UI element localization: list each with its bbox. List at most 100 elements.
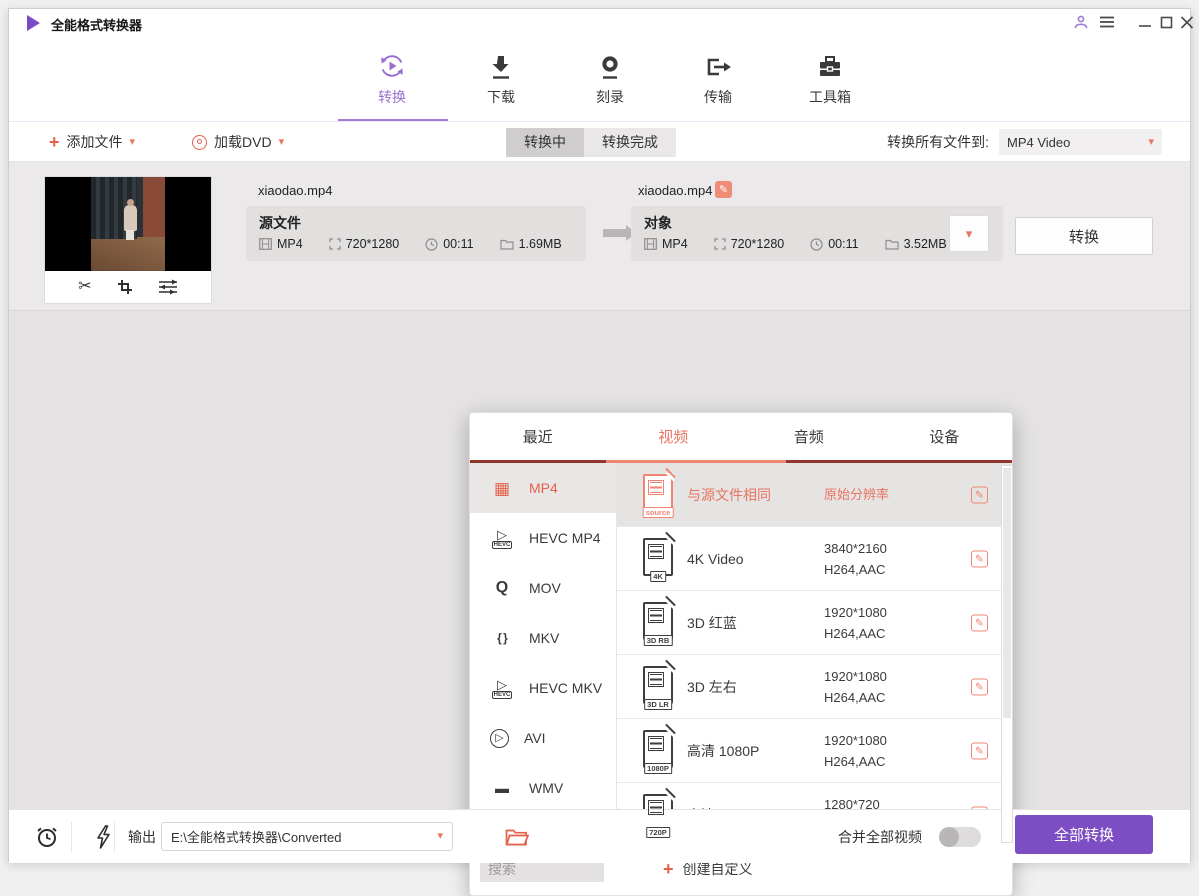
output-format-select[interactable]: MP4 Video ▾ [999, 129, 1162, 155]
format-item[interactable]: MP4 [470, 463, 616, 513]
toolbar: + 添加文件 ▾ 加载DVD ▾ 转换中 转换完成 转换所有文件到: MP4 V… [9, 122, 1190, 162]
preset-list: source 与源文件相同 原始分辨率 ✎ 4K [617, 463, 1012, 845]
tab-recent[interactable]: 最近 [470, 413, 606, 460]
queue-tabs: 转换中 转换完成 [506, 128, 676, 157]
tab-burn[interactable]: 刻录 [568, 47, 652, 107]
preset-title: 3D 红蓝 [687, 591, 737, 654]
preset-item[interactable]: 4K 4K Video 3840*2160 H264,AAC ✎ [617, 527, 1012, 591]
format-item[interactable]: MKV [470, 613, 616, 663]
add-files-button[interactable]: + 添加文件 ▾ [49, 122, 135, 162]
preset-item[interactable]: 3D LR 3D 左右 1920*1080 H264,AAC ✎ [617, 655, 1012, 719]
edit-preset-icon[interactable]: ✎ [971, 678, 988, 695]
tab-transfer[interactable]: 传输 [676, 47, 760, 107]
file-list-area: ✂ xiaodao.mp4 源文件 MP4 7 [9, 162, 1190, 809]
caret-down-icon: ▾ [1148, 137, 1154, 148]
app-title: 全能格式转换器 [51, 15, 142, 34]
file-row: ✂ xiaodao.mp4 源文件 MP4 7 [9, 162, 1190, 311]
video-file-icon: source [643, 474, 673, 512]
video-file-icon: 3D RB [643, 602, 673, 640]
maximize-icon[interactable] [1158, 13, 1176, 31]
preset-resolution: 1920*1080 [824, 730, 887, 751]
edit-preset-icon[interactable]: ✎ [971, 614, 988, 631]
format-label: AVI [524, 730, 546, 746]
convert-icon [350, 47, 434, 81]
output-path-select[interactable]: E:\全能格式转换器\Converted ▾ [161, 822, 453, 851]
tab-toolbox[interactable]: 工具箱 [788, 47, 872, 107]
preset-badge: 3D RB [644, 635, 673, 646]
tab-audio[interactable]: 音频 [741, 413, 877, 460]
target-format-dropdown-button[interactable]: ▾ [949, 215, 989, 252]
target-resolution: 720*1280 [714, 237, 785, 251]
format-icon [490, 580, 514, 596]
caret-down-icon: ▾ [279, 137, 285, 148]
convert-all-button[interactable]: 全部转换 [1015, 815, 1153, 854]
preset-item[interactable]: 1080P 高清 1080P 1920*1080 H264,AAC ✎ [617, 719, 1012, 783]
load-dvd-label: 加载DVD [214, 132, 272, 152]
source-duration: 00:11 [425, 237, 473, 251]
format-icon [490, 678, 514, 699]
preset-item[interactable]: 3D RB 3D 红蓝 1920*1080 H264,AAC ✎ [617, 591, 1012, 655]
convert-button[interactable]: 转换 [1015, 217, 1153, 255]
edit-preset-icon[interactable]: ✎ [971, 486, 988, 503]
open-folder-icon[interactable] [505, 827, 529, 846]
preset-scrollbar[interactable] [1001, 465, 1013, 843]
load-dvd-button[interactable]: 加载DVD ▾ [192, 122, 284, 162]
effects-icon[interactable] [158, 279, 178, 295]
preset-scrollbar-thumb[interactable] [1003, 468, 1011, 718]
preset-codec: H264,AAC [824, 687, 887, 708]
trim-icon[interactable]: ✂ [78, 279, 91, 295]
tab-converted[interactable]: 转换完成 [584, 128, 676, 157]
preset-resolution: 1920*1080 [824, 602, 887, 623]
preset-badge: 3D LR [644, 699, 672, 710]
plus-icon: + [49, 133, 60, 151]
source-info-box: 源文件 MP4 720*1280 00:11 [246, 206, 586, 261]
merge-videos-toggle[interactable] [939, 827, 981, 847]
format-item[interactable]: AVI [470, 713, 616, 763]
arrow-right-icon [603, 229, 627, 237]
crop-icon[interactable] [118, 280, 132, 294]
source-info-title: 源文件 [259, 213, 301, 233]
source-resolution: 720*1280 [329, 237, 400, 251]
target-info-box: 对象 MP4 720*1280 00:11 [631, 206, 1003, 261]
format-label: MP4 [529, 480, 558, 496]
target-file-name: xiaodao.mp4 [638, 183, 712, 198]
preset-resolution: 3840*2160 [824, 538, 887, 559]
minimize-icon[interactable] [1136, 13, 1154, 31]
preset-resolution: 1920*1080 [824, 666, 887, 687]
tab-converting[interactable]: 转换中 [506, 128, 584, 157]
format-item[interactable]: HEVC MKV [470, 663, 616, 713]
format-item[interactable]: MOV [470, 563, 616, 613]
video-file-icon: 3D LR [643, 666, 673, 704]
tab-download[interactable]: 下载 [459, 47, 543, 107]
dvd-icon [192, 135, 207, 150]
format-icon [490, 528, 514, 549]
close-icon[interactable] [1178, 13, 1196, 31]
preset-specs: 原始分辨率 [824, 463, 889, 526]
source-format: MP4 [259, 237, 303, 251]
tab-device[interactable]: 设备 [877, 413, 1013, 460]
merge-videos-label: 合并全部视频 [838, 810, 922, 863]
format-item[interactable]: HEVC MP4 [470, 513, 616, 563]
tab-transfer-label: 传输 [676, 87, 760, 107]
format-label: MKV [529, 630, 559, 646]
tab-video[interactable]: 视频 [606, 413, 742, 460]
caret-down-icon: ▾ [130, 137, 136, 148]
film-icon [644, 238, 657, 250]
target-format: MP4 [644, 237, 688, 251]
folder-icon [885, 238, 899, 250]
edit-preset-icon[interactable]: ✎ [971, 550, 988, 567]
format-item[interactable]: WMV [470, 763, 616, 813]
high-speed-icon[interactable] [95, 825, 111, 849]
preset-item[interactable]: source 与源文件相同 原始分辨率 ✎ [617, 463, 1012, 527]
rename-icon[interactable]: ✎ [715, 181, 732, 198]
add-files-label: 添加文件 [67, 132, 123, 152]
schedule-icon[interactable] [35, 825, 59, 849]
main-nav: 转换 下载 刻录 传输 工具箱 [9, 37, 1190, 122]
burn-disc-icon [568, 47, 652, 81]
caret-down-icon: ▾ [966, 227, 973, 240]
edit-preset-icon[interactable]: ✎ [971, 742, 988, 759]
tab-convert[interactable]: 转换 [350, 47, 434, 107]
account-icon[interactable] [1072, 13, 1090, 31]
format-label: HEVC MP4 [529, 530, 601, 546]
menu-icon[interactable] [1098, 13, 1116, 31]
